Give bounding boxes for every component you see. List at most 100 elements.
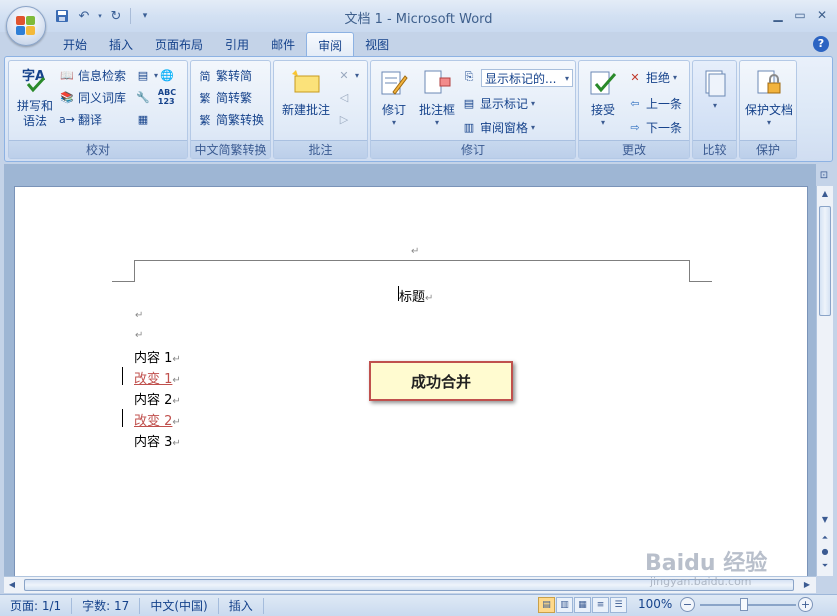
status-insert-mode[interactable]: 插入 [219,597,264,614]
reviewing-pane-icon: ▥ [463,121,475,134]
paragraph-mark: ↵ [172,438,181,449]
set-language-button[interactable]: 🌐 [159,67,175,83]
maximize-icon[interactable]: ▭ [791,6,809,24]
scroll-right-icon[interactable]: ▶ [799,577,815,593]
title-bar: ↶ ▾ ↻ ▾ 文档 1 - Microsoft Word ▁ ▭ ✕ [0,0,837,32]
document-title[interactable]: 标题↵ [399,286,433,305]
group-label-changes: 更改 [579,140,689,158]
zoom-slider-thumb[interactable] [740,598,748,611]
delete-comment-button[interactable]: ✕ ▾ [336,67,359,83]
compare-button[interactable]: ▾ [696,67,734,110]
group-tracking: 修订 ▾ 批注框 ▾ ⎘ 显示标记的... ▾ ▤ 显示标记 ▾ ▥ 审阅窗格 … [370,60,576,159]
compare-dropdown-icon: ▾ [712,101,717,110]
content-line-3[interactable]: 内容 3↵ [134,431,181,450]
zoom-slider-track[interactable] [700,604,796,606]
tab-page-layout[interactable]: 页面布局 [144,32,214,56]
tab-references[interactable]: 引用 [214,32,260,56]
conversion-label: 简繁转换 [216,113,265,127]
next-label: 下一条 [646,121,683,135]
scroll-down-icon[interactable]: ▼ [817,512,833,528]
display-for-review-dropdown[interactable]: 显示标记的... ▾ [481,69,573,87]
track-changes-button[interactable]: 修订 ▾ [375,67,413,127]
status-language[interactable]: 中文(中国) [140,597,219,614]
insert-table-button[interactable]: ▦ [135,111,151,127]
compare-icon [699,67,731,99]
full-screen-reading-view-icon[interactable]: ▥ [556,597,573,613]
changed-text: 改变 2 [134,414,173,429]
draft-view-icon[interactable]: ☰ [610,597,627,613]
translate-button[interactable]: a→ 翻译 [59,111,102,128]
next-comment-icon: ▷ [339,112,349,126]
reject-button[interactable]: ✕ 拒绝 ▾ [627,69,677,86]
spelling-icon: 字A [19,65,51,97]
abc-count-button[interactable]: ABC 123 [158,88,176,106]
web-layout-view-icon[interactable]: ▦ [574,597,591,613]
protect-dropdown-icon: ▾ [766,118,771,127]
show-markup-button[interactable]: ▤ 显示标记 ▾ [461,95,535,112]
tab-review[interactable]: 审阅 [306,32,355,56]
show-markup-dropdown-icon: ▾ [531,99,536,108]
content-line-1[interactable]: 内容 1↵ [134,347,181,366]
scroll-up-icon[interactable]: ▲ [817,186,833,202]
outline-view-icon[interactable]: ≡ [592,597,609,613]
next-change-button[interactable]: ⇨ 下一条 [627,119,682,136]
tab-mailings[interactable]: 邮件 [260,32,306,56]
tab-home[interactable]: 开始 [52,32,98,56]
zoom-out-icon[interactable]: − [680,597,695,612]
window-controls: ▁ ▭ ✕ [769,6,831,24]
next-icon: ⇨ [630,121,640,134]
office-button[interactable] [6,6,46,46]
content-line-2[interactable]: 内容 2↵ [134,389,181,408]
reject-label: 拒绝 [646,71,671,85]
merge-success-callout: 成功合并 [369,361,513,401]
group-label-tracking: 修订 [371,140,575,158]
reviewing-pane-dropdown-icon: ▾ [531,123,536,132]
next-page-icon[interactable]: ⏷ [817,558,833,574]
tab-insert[interactable]: 插入 [98,32,144,56]
balloons-button[interactable]: 批注框 ▾ [415,67,459,127]
group-label-compare: 比较 [693,140,736,158]
research-button[interactable]: 📖 信息检索 [59,67,126,84]
vertical-scroll-thumb[interactable] [819,206,831,316]
new-comment-button[interactable]: 新建批注 [278,67,334,118]
show-markup-icon: ▤ [463,97,475,110]
spelling-grammar-button[interactable]: 字A 拼写和 语法 [13,65,57,129]
help-icon[interactable]: ? [813,36,829,52]
content-text: 内容 3 [134,435,173,450]
baidu-watermark: Baidu 经验 [645,551,768,576]
conversion-button[interactable]: 繁 简繁转换 [197,111,265,128]
ruler-toggle-icon[interactable]: ⊡ [816,170,832,186]
word-count-button[interactable]: 🔧 [135,89,151,105]
accept-button[interactable]: 接受 ▾ [583,67,623,127]
print-layout-view-icon[interactable]: ▤ [538,597,555,613]
vertical-scrollbar[interactable]: ▲ ▼ ⏶ ● ⏷ [816,186,833,576]
to-traditional-button[interactable]: 繁 简转繁 [197,89,253,106]
paragraph-mark: ↵ [172,396,181,407]
display-for-review-control[interactable]: ⎘ [461,69,477,85]
previous-comment-button[interactable]: ◁ [336,89,352,105]
empty-line: ↵ [135,310,144,321]
reviewing-pane-button[interactable]: ▥ 审阅窗格 ▾ [461,119,535,136]
accept-dropdown-icon: ▾ [600,118,605,127]
thesaurus-button[interactable]: 📚 同义词库 [59,89,126,106]
research-label: 信息检索 [78,69,127,83]
protect-document-button[interactable]: 保护文档 ▾ [742,67,796,127]
changed-line-2[interactable]: 改变 2↵ [134,410,181,429]
close-icon[interactable]: ✕ [813,6,831,24]
zoom-in-icon[interactable]: + [798,597,813,612]
to-simplified-button[interactable]: 简 繁转简 [197,67,253,84]
scroll-left-icon[interactable]: ◀ [4,577,20,593]
new-comment-icon [290,67,322,99]
status-word-count[interactable]: 字数: 17 [72,597,141,614]
changed-line-1[interactable]: 改变 1↵ [134,368,181,387]
minimize-icon[interactable]: ▁ [769,6,787,24]
office-logo-icon [16,16,36,36]
translate-tooltip-button[interactable]: ▤ ▾ [135,67,158,83]
tab-view[interactable]: 视图 [354,32,400,56]
previous-change-button[interactable]: ⇦ 上一条 [627,95,682,112]
status-page[interactable]: 页面: 1/1 [0,597,73,614]
wrench-icon: 🔧 [136,90,150,104]
zoom-level[interactable]: 100% [638,597,672,611]
header-margin-left [112,281,134,282]
next-comment-button[interactable]: ▷ [336,111,352,127]
